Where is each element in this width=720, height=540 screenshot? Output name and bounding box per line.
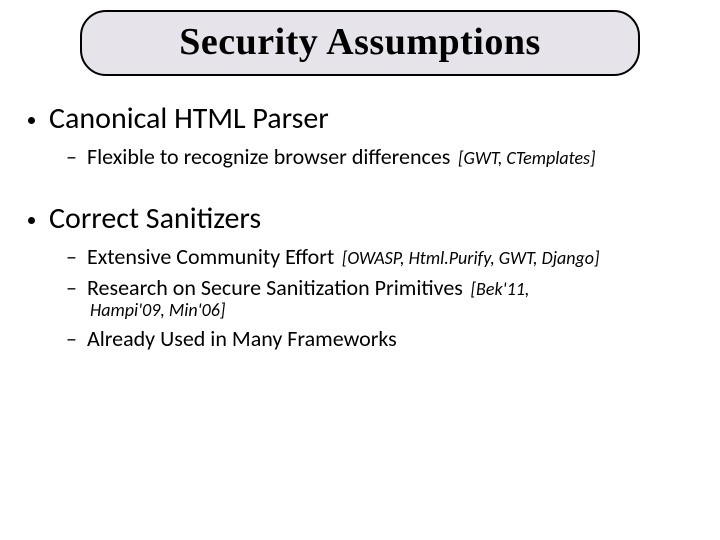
list-item: – Research on Secure Sanitization Primit… [66, 274, 700, 321]
dash-icon: – [66, 277, 77, 299]
sub-bullet-text: Extensive Community Effort [87, 243, 334, 270]
sub-bullet-text: Already Used in Many Frameworks [87, 325, 397, 352]
list-item: – Flexible to recognize browser differen… [66, 143, 700, 170]
citation: [Bek'11, [471, 278, 530, 300]
dash-icon: – [66, 146, 77, 168]
citation: [GWT, CTemplates] [458, 147, 596, 169]
bullet-text: Canonical HTML Parser [49, 100, 329, 137]
bullet-disc-icon [28, 217, 35, 224]
list-item: – Already Used in Many Frameworks [66, 325, 700, 352]
sub-list: – Flexible to recognize browser differen… [28, 143, 700, 170]
sub-list: – Extensive Community Effort [OWASP, Htm… [28, 243, 700, 352]
bullet-list: Canonical HTML Parser – Flexible to reco… [20, 100, 700, 352]
dash-icon: – [66, 246, 77, 268]
slide-title-box: Security Assumptions [80, 10, 640, 76]
sub-bullet-text: Research on Secure Sanitization Primitiv… [87, 274, 463, 301]
list-item: – Extensive Community Effort [OWASP, Htm… [66, 243, 700, 270]
bullet-text: Correct Sanitizers [49, 200, 261, 237]
bullet-disc-icon [28, 117, 35, 124]
list-item: Canonical HTML Parser – Flexible to reco… [28, 100, 700, 170]
sub-bullet-text: Flexible to recognize browser difference… [87, 143, 450, 170]
citation: [OWASP, Html.Purify, GWT, Django] [342, 247, 600, 269]
slide-title: Security Assumptions [92, 20, 628, 64]
list-item: Correct Sanitizers – Extensive Community… [28, 200, 700, 352]
dash-icon: – [66, 328, 77, 350]
citation-continued: Hampi'09, Min'06] [66, 299, 700, 321]
